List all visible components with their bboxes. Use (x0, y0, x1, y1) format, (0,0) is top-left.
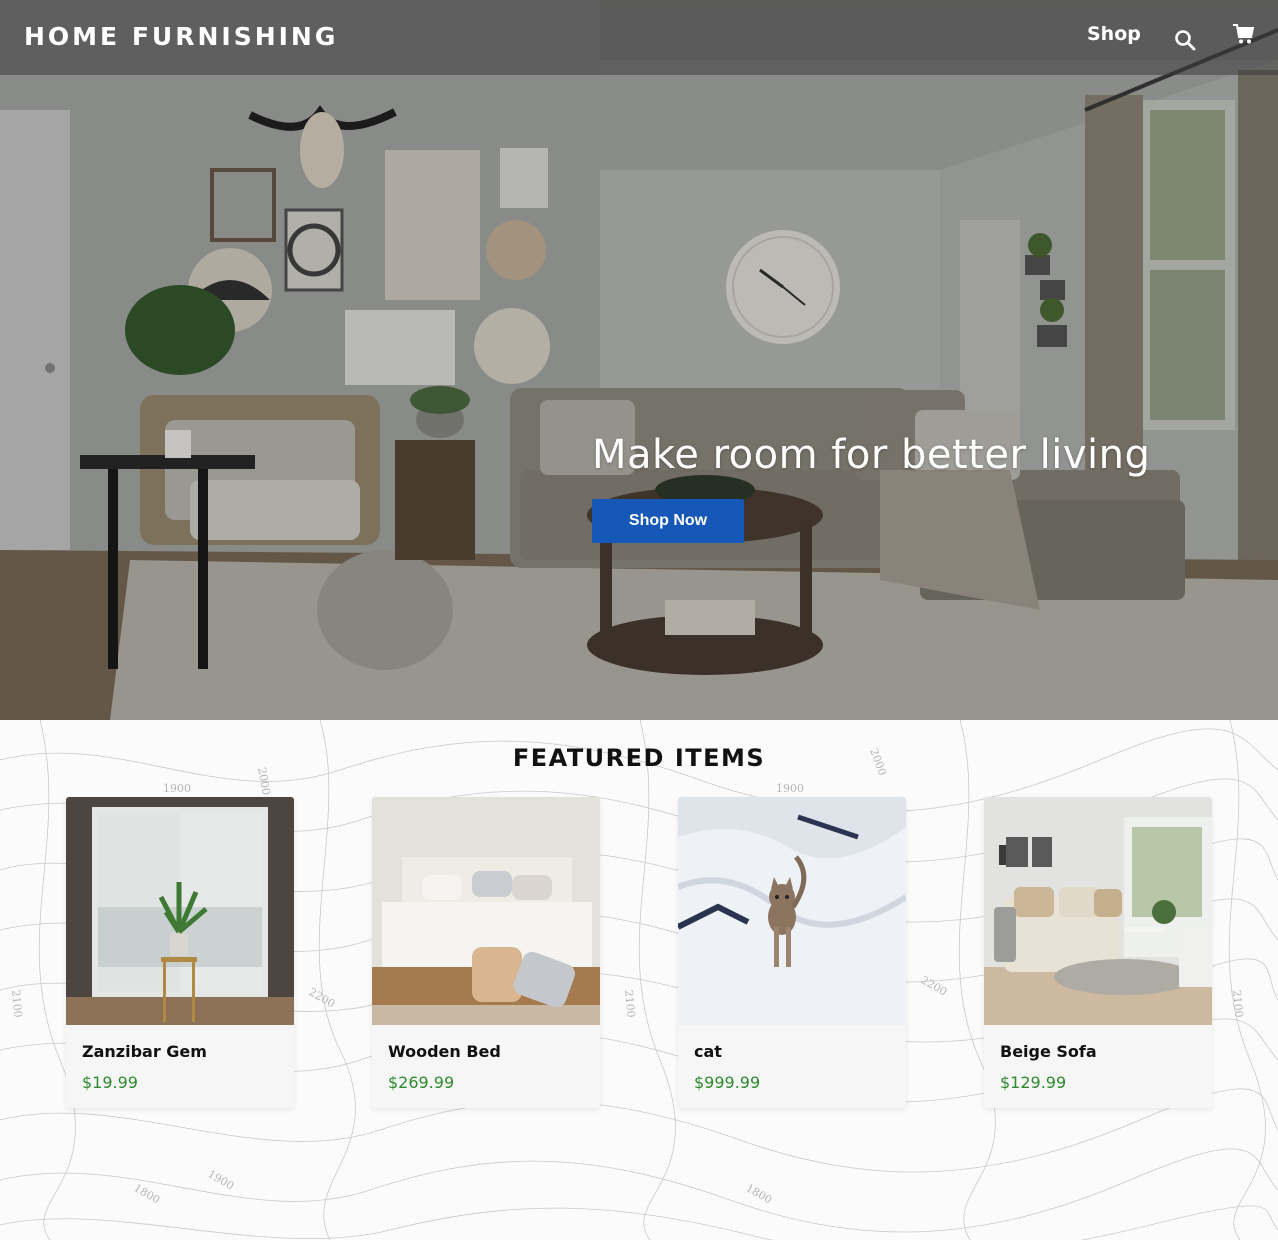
product-card[interactable]: cat $999.99 (678, 797, 906, 1108)
product-image[interactable] (66, 797, 294, 1025)
product-price: $19.99 (82, 1073, 138, 1092)
map-label: 1900 (206, 1167, 237, 1192)
map-label: 2200 (919, 973, 950, 998)
product-price: $269.99 (388, 1073, 455, 1092)
hero-headline: Make room for better living (592, 432, 1151, 478)
brand-logo[interactable]: HOME FURNISHING (24, 22, 338, 51)
map-label: 1800 (132, 1181, 163, 1206)
map-label: 1900 (776, 782, 804, 795)
map-label: 1900 (163, 782, 191, 795)
hero-banner: HOME FURNISHING Shop Make room for bette… (0, 0, 1278, 720)
featured-title: FEATURED ITEMS (512, 744, 766, 772)
nav-shop-link[interactable]: Shop (1087, 23, 1141, 45)
product-name: Wooden Bed (388, 1042, 501, 1061)
product-price: $129.99 (1000, 1073, 1067, 1092)
search-icon[interactable] (1173, 28, 1197, 52)
product-card[interactable]: Zanzibar Gem $19.99 (66, 797, 294, 1108)
top-navbar: HOME FURNISHING Shop (0, 0, 1278, 75)
product-card[interactable]: Beige Sofa $129.99 (984, 797, 1212, 1108)
product-name: Zanzibar Gem (82, 1042, 207, 1061)
map-label: 2100 (622, 989, 637, 1018)
cart-icon[interactable] (1232, 22, 1256, 46)
map-label: 1800 (744, 1181, 775, 1206)
featured-section: 1900 2000 2100 2200 1800 1900 2100 2000 … (0, 720, 1278, 1240)
map-label: 2100 (9, 989, 24, 1018)
shop-now-button[interactable]: Shop Now (592, 499, 744, 543)
product-image[interactable] (678, 797, 906, 1025)
hero-overlay (0, 0, 1278, 720)
map-label: 2100 (1230, 989, 1245, 1018)
product-price: $999.99 (694, 1073, 761, 1092)
product-card[interactable]: Wooden Bed $269.99 (372, 797, 600, 1108)
product-image[interactable] (372, 797, 600, 1025)
product-name: Beige Sofa (1000, 1042, 1097, 1061)
product-name: cat (694, 1042, 722, 1061)
product-image[interactable] (984, 797, 1212, 1025)
